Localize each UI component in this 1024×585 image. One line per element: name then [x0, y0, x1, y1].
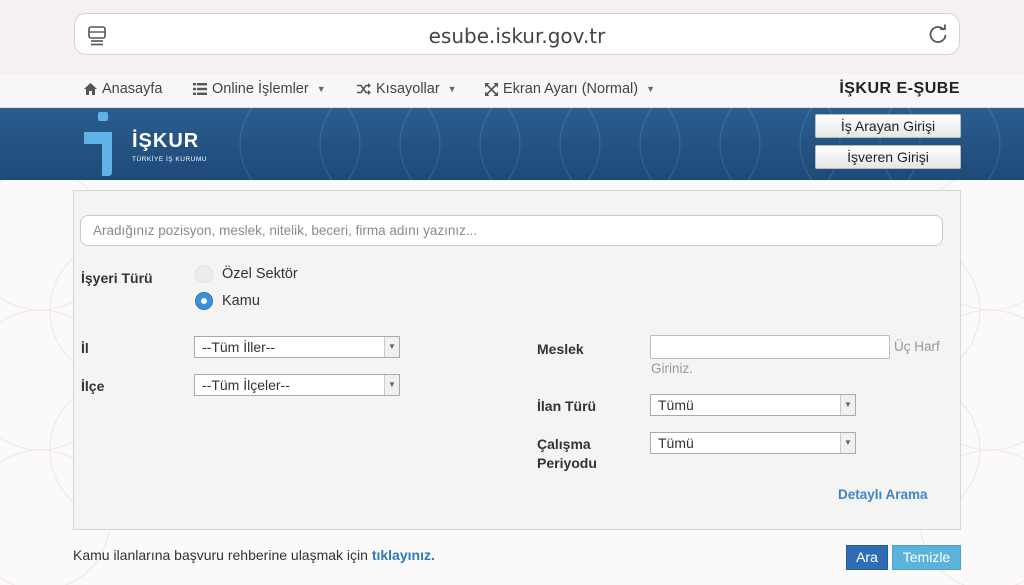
- shuffle-icon: [357, 83, 371, 95]
- dropdown-arrow-icon[interactable]: ▼: [840, 433, 855, 453]
- chevron-down-icon: ▼: [447, 84, 457, 94]
- search-button[interactable]: Ara: [846, 545, 888, 570]
- work-period-label-cont: Periyodu: [537, 455, 597, 471]
- district-label: İlçe: [81, 378, 105, 394]
- search-input[interactable]: [80, 215, 943, 246]
- province-select[interactable]: --Tüm İller-- ▼: [194, 336, 400, 358]
- province-select-value: --Tüm İller--: [202, 339, 276, 355]
- radio-public-sector-label: Kamu: [222, 293, 260, 309]
- listing-type-select[interactable]: Tümü ▼: [650, 394, 856, 416]
- nav-online-operations-label: Online İşlemler: [212, 81, 309, 97]
- public-guide-note: Kamu ilanlarına başvuru rehberine ulaşma…: [73, 547, 435, 563]
- radio-private-sector-label: Özel Sektör: [222, 266, 298, 282]
- logo-subtext: TÜRKİYE İŞ KURUMU: [132, 156, 207, 163]
- district-select-value: --Tüm İlçeler--: [202, 377, 290, 393]
- nav-home-label: Anasayfa: [102, 81, 163, 97]
- clear-button[interactable]: Temizle: [892, 545, 961, 570]
- employer-login-button[interactable]: İşveren Girişi: [815, 145, 961, 169]
- profession-hint: Üç Harf: [894, 339, 940, 354]
- nav-shortcuts-label: Kısayollar: [376, 81, 440, 97]
- radio-private-sector[interactable]: Özel Sektör: [195, 265, 298, 283]
- expand-icon: [485, 82, 498, 96]
- profession-hint-cont: Giriniz.: [651, 361, 694, 376]
- nav-home[interactable]: Anasayfa: [84, 81, 162, 97]
- public-guide-link[interactable]: tıklayınız.: [372, 547, 435, 563]
- dropdown-arrow-icon[interactable]: ▼: [840, 395, 855, 415]
- url-text: esube.iskur.gov.tr: [428, 24, 606, 48]
- job-seeker-login-button[interactable]: İş Arayan Girişi: [815, 114, 961, 138]
- top-navbar: Anasayfa Online İşlemler ▼ Kısayollar ▼ …: [0, 74, 1024, 108]
- profession-label: Meslek: [537, 341, 584, 357]
- home-icon: [84, 83, 97, 95]
- browser-toolbar: esube.iskur.gov.tr: [0, 0, 1024, 74]
- radio-unchecked-icon[interactable]: [195, 265, 213, 283]
- list-icon: [193, 83, 207, 95]
- listing-type-label: İlan Türü: [537, 398, 597, 414]
- profession-input[interactable]: [650, 335, 890, 359]
- nav-shortcuts[interactable]: Kısayollar ▼: [357, 81, 457, 97]
- province-label: İl: [81, 340, 89, 356]
- radio-public-sector[interactable]: Kamu: [195, 292, 260, 310]
- public-guide-text: Kamu ilanlarına başvuru rehberine ulaşma…: [73, 547, 368, 563]
- address-bar[interactable]: esube.iskur.gov.tr: [74, 13, 960, 55]
- iskur-logo-mark: [84, 112, 112, 176]
- nav-screen-settings[interactable]: Ekran Ayarı (Normal) ▼: [485, 81, 655, 97]
- work-period-select[interactable]: Tümü ▼: [650, 432, 856, 454]
- chevron-down-icon: ▼: [316, 84, 326, 94]
- work-period-value: Tümü: [658, 435, 694, 451]
- site-brand: İŞKUR E-ŞUBE: [839, 80, 960, 97]
- listing-type-value: Tümü: [658, 397, 694, 413]
- reload-icon[interactable]: [927, 23, 949, 45]
- district-select[interactable]: --Tüm İlçeler-- ▼: [194, 374, 400, 396]
- dropdown-arrow-icon[interactable]: ▼: [384, 375, 399, 395]
- radio-checked-icon[interactable]: [195, 292, 213, 310]
- workplace-type-label: İşyeri Türü: [81, 270, 153, 286]
- work-period-label: Çalışma: [537, 436, 591, 452]
- logo-text: İŞKUR: [132, 130, 200, 152]
- chevron-down-icon: ▼: [646, 84, 656, 94]
- nav-screen-settings-label: Ekran Ayarı (Normal): [503, 81, 639, 97]
- dropdown-arrow-icon[interactable]: ▼: [384, 337, 399, 357]
- nav-online-operations[interactable]: Online İşlemler ▼: [193, 81, 326, 97]
- detailed-search-link[interactable]: Detaylı Arama: [838, 487, 928, 502]
- iskur-logo[interactable]: İŞKUR TÜRKİYE İŞ KURUMU: [82, 110, 222, 176]
